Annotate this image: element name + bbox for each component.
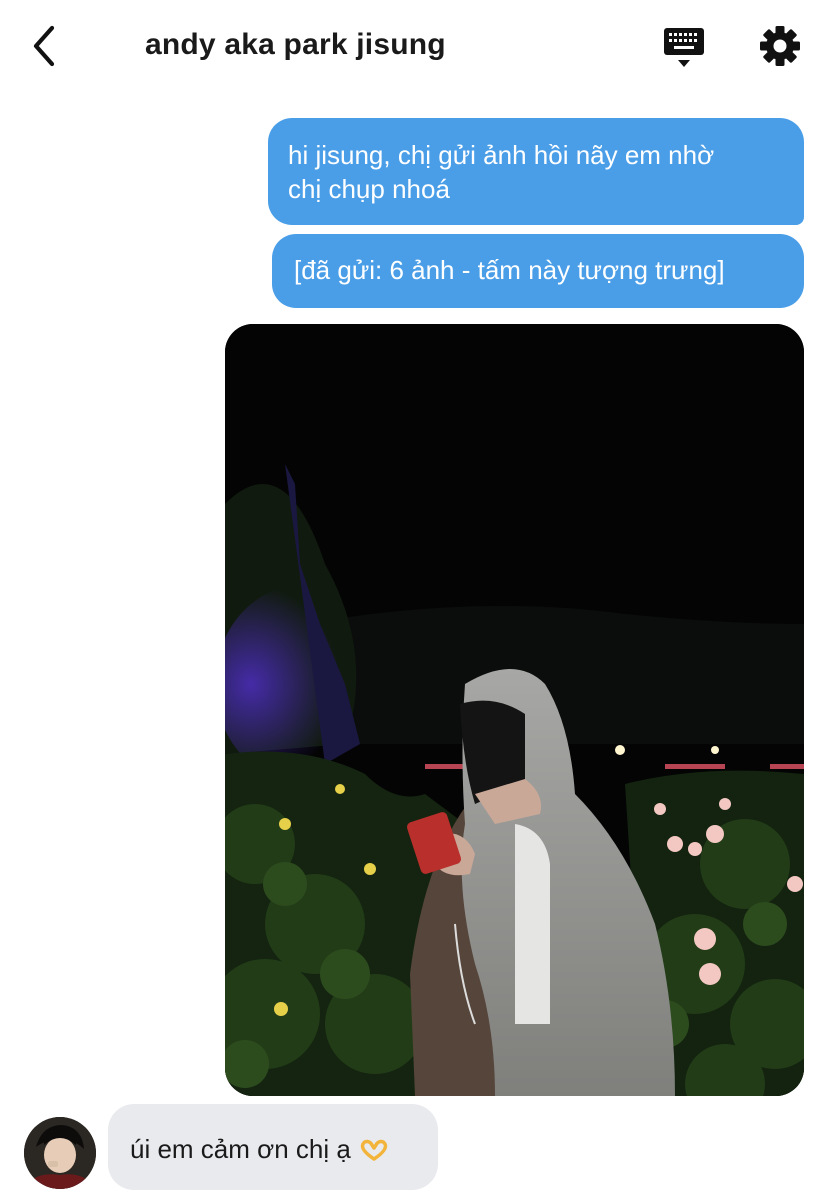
night-portrait-photo [225,324,804,1096]
avatar-image [24,1117,96,1189]
message-bubble-outgoing[interactable]: hi jisung, chị gửi ảnh hồi nãy em nhờ ch… [268,118,804,225]
message-bubble-incoming[interactable]: úi em cảm ơn chị ạ [108,1104,438,1190]
message-text: úi em cảm ơn chị ạ [130,1134,351,1164]
heart-hands-emoji [359,1138,389,1169]
keyboard-icon [664,28,704,67]
chat-title: andy aka park jisung [145,28,446,61]
message-photo[interactable] [225,324,804,1096]
message-bubble-outgoing[interactable]: [đã gửi: 6 ảnh - tấm này tượng trưng] [272,234,804,308]
keyboard-button[interactable] [662,26,708,70]
avatar[interactable] [24,1117,96,1189]
chevron-left-icon [33,25,55,67]
message-text: [đã gửi: 6 ảnh - tấm này tượng trưng] [294,255,725,285]
message-text-line: chị chụp nhoá [288,174,450,204]
settings-button[interactable] [758,24,802,68]
message-text-line: hi jisung, chị gửi ảnh hồi nãy em nhờ [288,140,715,170]
chat-header: andy aka park jisung [0,0,828,96]
back-button[interactable] [26,22,66,70]
gear-icon [760,26,800,66]
